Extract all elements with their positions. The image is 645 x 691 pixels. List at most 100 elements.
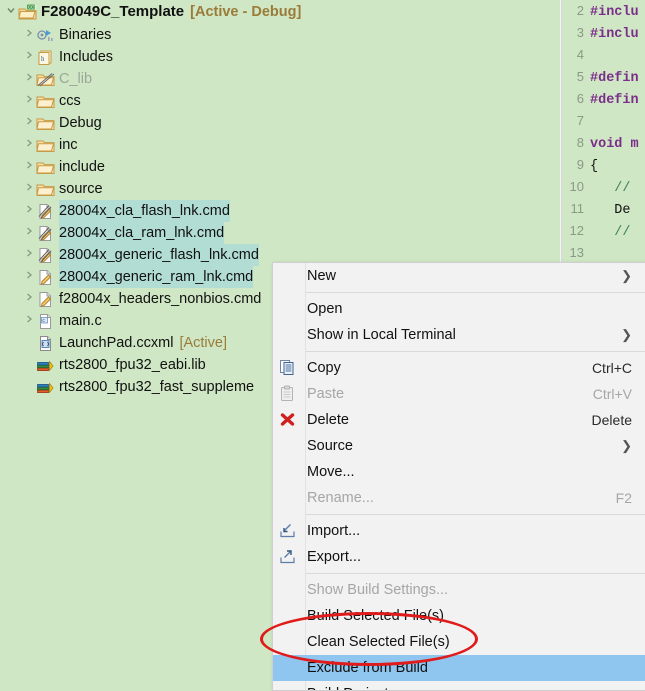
editor-line[interactable]: 6 #defin <box>560 88 645 110</box>
tree-item[interactable]: ccs <box>0 90 560 112</box>
tree-item-label-wrap[interactable]: inc <box>59 134 78 156</box>
tree-item[interactable]: Binaries <box>0 24 560 46</box>
tree-item-label-wrap[interactable]: 28004x_cla_ram_lnk.cmd <box>59 222 225 244</box>
tree-item-label-wrap[interactable]: Debug <box>59 112 102 134</box>
tree-item[interactable]: 28004x_cla_ram_lnk.cmd <box>0 222 560 244</box>
project-active-config-label: [Active - Debug] <box>190 4 302 20</box>
editor-line[interactable]: 8 void m <box>560 132 645 154</box>
tree-item-label: include <box>59 159 105 175</box>
editor-line[interactable]: 11 De <box>560 198 645 220</box>
chevron-right-icon[interactable] <box>22 310 36 332</box>
tree-item-label-wrap[interactable]: Binaries <box>59 24 111 46</box>
chevron-right-icon[interactable] <box>22 112 36 134</box>
menu-item[interactable]: Open <box>273 296 645 322</box>
editor-line-text: De <box>590 203 631 218</box>
tree-item[interactable]: Debug <box>0 112 560 134</box>
tree-item-label-wrap[interactable]: 28004x_cla_flash_lnk.cmd <box>59 200 230 222</box>
menu-item[interactable]: Show in Local Terminal ❯ <box>273 322 645 348</box>
context-menu-item-list: New ❯ Open Show in Local Terminal ❯ Copy Ctrl+… <box>273 263 645 690</box>
menu-item[interactable]: Delete Delete <box>273 407 645 433</box>
editor-line-number: 5 <box>576 69 584 84</box>
editor-line-text: { <box>590 159 599 174</box>
tree-item[interactable]: C_lib <box>0 68 560 90</box>
tree-item-label-wrap[interactable]: rts2800_fpu32_fast_suppleme <box>59 376 254 398</box>
tree-item-label-wrap[interactable]: f28004x_headers_nonbios.cmd <box>59 288 261 310</box>
tree-item[interactable]: 28004x_cla_flash_lnk.cmd <box>0 200 560 222</box>
copy-icon <box>279 359 297 377</box>
editor-line-text: #defin <box>590 93 639 108</box>
folder-excluded-icon <box>36 70 56 88</box>
chevron-right-icon[interactable] <box>22 24 36 46</box>
tree-item-label: 28004x_generic_flash_lnk.cmd <box>59 247 259 263</box>
editor-line[interactable]: 13 <box>560 242 645 264</box>
tree-item-label: Includes <box>59 49 114 65</box>
tree-item[interactable]: source <box>0 178 560 200</box>
editor-line[interactable]: 2 #inclu <box>560 0 645 22</box>
tree-item-label-wrap[interactable]: ccs <box>59 90 81 112</box>
tree-item-label: f28004x_headers_nonbios.cmd <box>59 291 262 307</box>
chevron-right-icon[interactable] <box>22 178 36 200</box>
chevron-right-icon[interactable] <box>22 200 36 222</box>
tree-item[interactable]: include <box>0 156 560 178</box>
menu-item-shortcut: Delete <box>591 412 632 428</box>
editor-line[interactable]: 9{ <box>560 154 645 176</box>
tree-item-label-wrap[interactable]: 28004x_generic_flash_lnk.cmd <box>59 244 259 266</box>
tree-item-label: ccs <box>59 93 81 109</box>
menu-item-label: Paste <box>307 386 345 402</box>
delete-icon <box>279 411 297 429</box>
binaries-icon <box>36 26 56 44</box>
chevron-right-icon[interactable] <box>22 156 36 178</box>
chevron-right-icon[interactable] <box>22 46 36 68</box>
menu-item-label: Source <box>307 438 353 454</box>
context-menu[interactable]: New ❯ Open Show in Local Terminal ❯ Copy Ctrl+… <box>272 262 645 691</box>
includes-icon: h <box>36 48 56 66</box>
tree-item-label-wrap[interactable]: LaunchPad.ccxml [Active] <box>59 332 227 354</box>
tree-item-label-wrap[interactable]: include <box>59 156 105 178</box>
editor-line[interactable]: 10 // <box>560 176 645 198</box>
chevron-right-icon: ❯ <box>621 268 632 283</box>
menu-item-label: Build Selected File(s) <box>307 608 444 624</box>
chevron-right-icon[interactable] <box>22 134 36 156</box>
chevron-down-icon[interactable] <box>4 1 18 23</box>
editor-line[interactable]: 12 // <box>560 220 645 242</box>
menu-item[interactable]: Clean Selected File(s) <box>273 629 645 655</box>
menu-item: Paste Ctrl+V <box>273 381 645 407</box>
menu-item-label: Show Build Settings... <box>307 582 449 598</box>
folder-icon <box>36 136 56 154</box>
editor-line-number: 2 <box>576 3 584 18</box>
cmd-file-excluded-icon <box>36 202 56 220</box>
editor-line[interactable]: 4 <box>560 44 645 66</box>
menu-item[interactable]: Exclude from Build <box>273 655 645 681</box>
editor-line-text: #inclu <box>590 5 639 20</box>
tree-item-label-wrap[interactable]: source <box>59 178 103 200</box>
tree-item-label-wrap[interactable]: rts2800_fpu32_eabi.lib <box>59 354 206 376</box>
menu-item[interactable]: Move... <box>273 459 645 485</box>
chevron-right-icon[interactable] <box>22 68 36 90</box>
tree-item-label-wrap[interactable]: 28004x_generic_ram_lnk.cmd <box>59 266 254 288</box>
chevron-right-icon[interactable] <box>22 288 36 310</box>
menu-item[interactable]: Export... <box>273 544 645 570</box>
tree-item[interactable]: inc <box>0 134 560 156</box>
editor-line[interactable]: 3 #inclu <box>560 22 645 44</box>
tree-item-label-wrap[interactable]: main.c <box>59 310 102 332</box>
tree-item-project[interactable]: CCS F280049C_Template [Active - Debug] <box>0 0 560 24</box>
tree-item-label-wrap[interactable]: C_lib <box>59 68 92 90</box>
editor-line-text: // <box>590 225 631 240</box>
menu-separator <box>306 351 645 352</box>
menu-item[interactable]: Copy Ctrl+C <box>273 355 645 381</box>
menu-item[interactable]: Source ❯ <box>273 433 645 459</box>
chevron-right-icon[interactable] <box>22 90 36 112</box>
editor-line[interactable]: 5 #defin <box>560 66 645 88</box>
editor-line[interactable]: 7 <box>560 110 645 132</box>
tree-item-label-wrap[interactable]: Includes <box>59 46 113 68</box>
tree-item[interactable]: h Includes <box>0 46 560 68</box>
menu-item[interactable]: Build Project <box>273 681 645 690</box>
menu-item[interactable]: New ❯ <box>273 263 645 289</box>
menu-item[interactable]: Build Selected File(s) <box>273 603 645 629</box>
tree-item-label: main.c <box>59 313 102 329</box>
chevron-right-icon[interactable] <box>22 266 36 288</box>
menu-item[interactable]: Import... <box>273 518 645 544</box>
chevron-right-icon[interactable] <box>22 244 36 266</box>
cmd-file-icon <box>36 268 56 286</box>
chevron-right-icon[interactable] <box>22 222 36 244</box>
